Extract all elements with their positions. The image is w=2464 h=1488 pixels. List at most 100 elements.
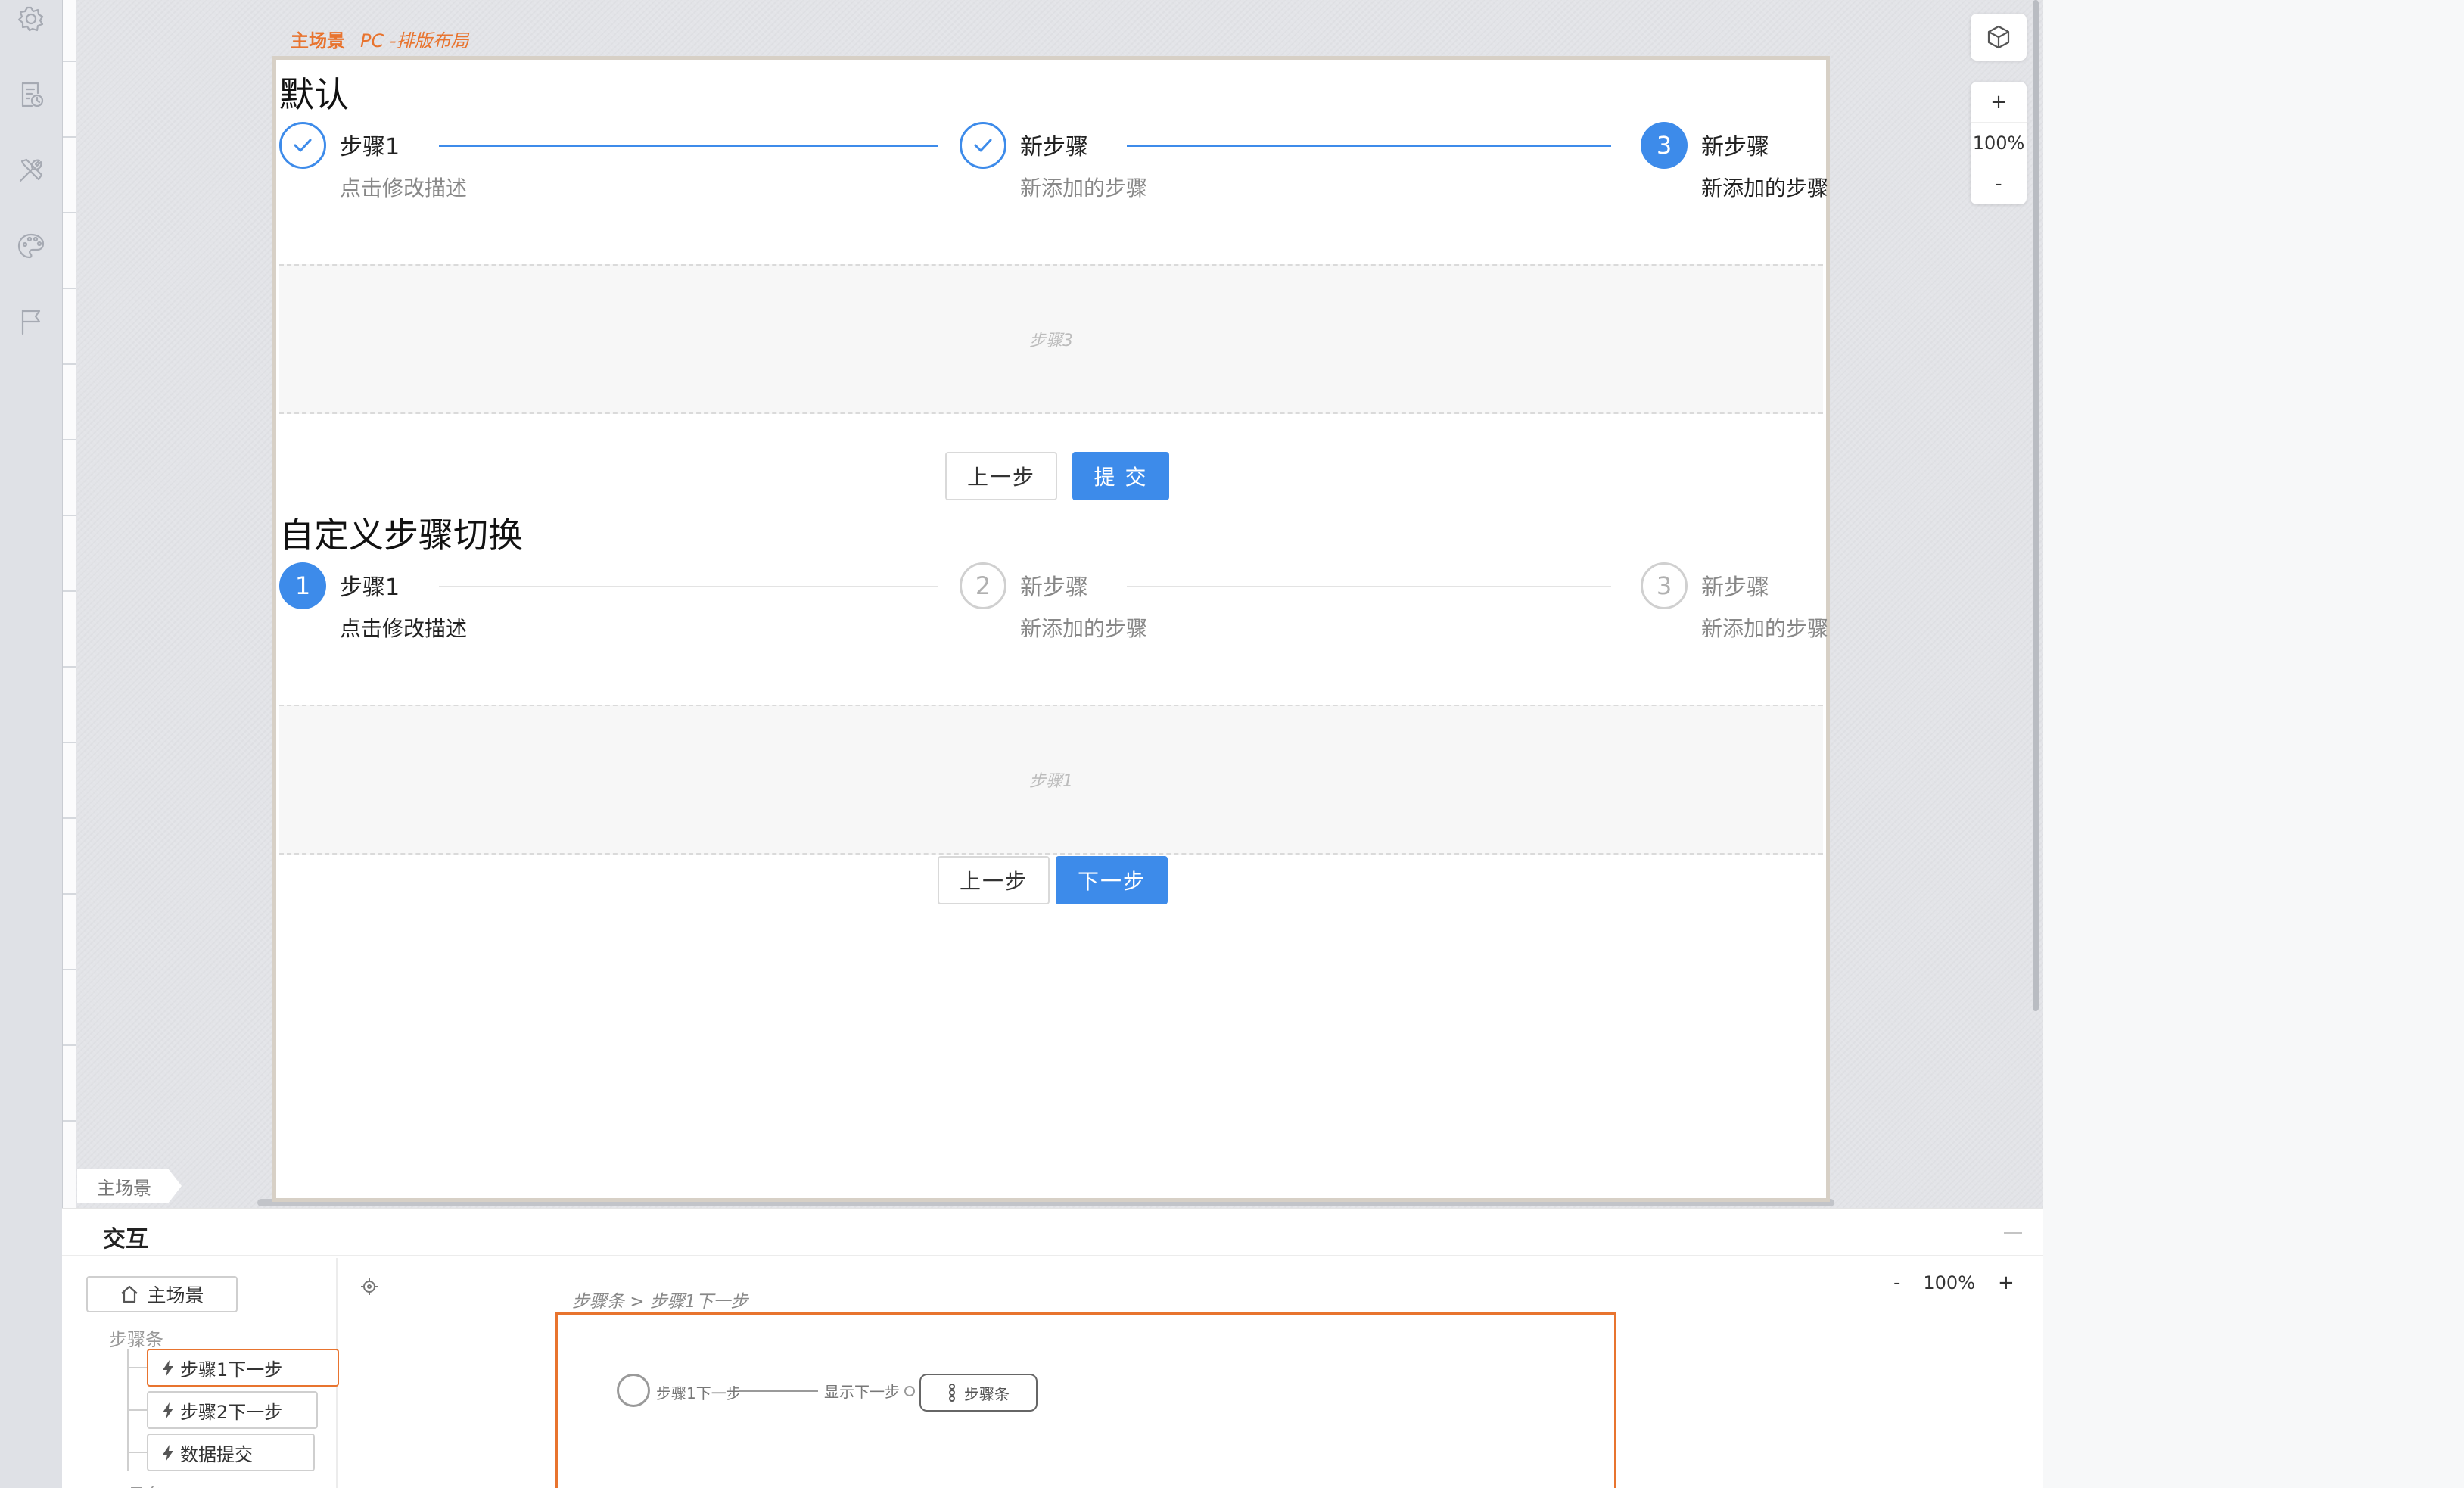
tree-item-data-submit[interactable]: 数据提交	[147, 1434, 315, 1471]
prev-step-button[interactable]: 上一步	[945, 452, 1057, 500]
scene-layout-name: PC -排版布局	[360, 30, 469, 51]
flow-editor[interactable]: 步骤1下一步 显示下一步 步骤条	[555, 1312, 1616, 1488]
ruler-tick	[63, 590, 76, 592]
flow-target-node[interactable]: 步骤条	[919, 1374, 1038, 1412]
zoom-out-button[interactable]: -	[1971, 163, 2027, 204]
ruler-tick	[63, 742, 76, 743]
flow-breadcrumb: 步骤条 > 步骤1下一步	[572, 1292, 748, 1312]
ruler-tick	[63, 1044, 76, 1046]
panel-header: 交互	[62, 1209, 2043, 1256]
ruler-tick	[63, 1120, 76, 1122]
flow-zoom-in-button[interactable]: +	[1998, 1272, 2014, 1294]
flow-port[interactable]	[904, 1386, 915, 1396]
section-title-default: 默认	[279, 74, 349, 115]
ruler-tick	[63, 136, 76, 138]
lightning-icon	[163, 1360, 173, 1377]
submit-button[interactable]: 提 交	[1072, 452, 1169, 500]
gear-icon[interactable]	[15, 3, 47, 35]
step-content-area[interactable]: 步骤1	[279, 705, 1823, 855]
ruler-tick	[63, 969, 76, 970]
tree-group-label: 步骤条	[109, 1329, 163, 1350]
tool-rail	[0, 0, 62, 1488]
lightning-icon	[163, 1445, 173, 1462]
zoom-in-button[interactable]: +	[1971, 82, 2027, 123]
vertical-ruler	[62, 0, 76, 1208]
prev-step-button[interactable]: 上一步	[938, 856, 1050, 904]
tree-item-step2-next[interactable]: 步骤2下一步	[147, 1391, 318, 1429]
tree-item-label: 步骤1下一步	[180, 1359, 283, 1381]
step-connector	[439, 586, 938, 587]
ruler-tick	[63, 61, 76, 62]
flow-zoom-control: - 100% +	[1893, 1272, 2014, 1294]
tree-connector	[127, 1409, 147, 1411]
interaction-tree: 主场景 步骤条 步骤1下一步 步骤2下一步 数据提交 工具条	[62, 1258, 339, 1488]
scene-label: 主场景 PC -排版布局	[291, 26, 469, 52]
ruler-tick	[63, 363, 76, 365]
step-description: 点击修改描述	[340, 616, 468, 641]
palette-icon[interactable]	[15, 230, 47, 262]
canvas-zoom-control: + 100% -	[1971, 82, 2027, 204]
home-icon	[121, 1285, 138, 1303]
tree-root-node[interactable]: 主场景	[86, 1276, 238, 1312]
section-title-custom: 自定义步骤切换	[279, 515, 523, 556]
ruler-tick	[63, 288, 76, 289]
step-connector	[439, 145, 938, 147]
step-description: 新添加的步骤	[1701, 616, 1829, 641]
ruler-tick	[63, 515, 76, 516]
lightning-icon	[163, 1402, 173, 1419]
step-title: 新步骤	[1701, 574, 1769, 601]
scene-name: 主场景	[291, 30, 345, 51]
step-title: 步骤1	[340, 134, 400, 160]
flow-edge	[739, 1390, 818, 1392]
step-active-indicator: 1	[279, 562, 326, 609]
flow-condition-label: 显示下一步	[824, 1383, 900, 1401]
ruler-tick	[63, 212, 76, 213]
flow-node-label: 步骤条	[964, 1384, 1010, 1403]
step-title: 步骤1	[340, 574, 400, 601]
locate-icon[interactable]	[360, 1278, 378, 1296]
step-waiting-indicator: 2	[960, 562, 1006, 609]
tree-root-label: 主场景	[147, 1284, 204, 1306]
canvas-vertical-scrollbar[interactable]	[2033, 0, 2039, 1011]
check-icon	[294, 139, 312, 152]
ruler-tick	[63, 817, 76, 819]
step-active-indicator: 3	[1641, 122, 1688, 169]
steps-icon	[949, 1384, 955, 1402]
ruler-tick	[63, 439, 76, 440]
minimize-icon[interactable]	[2004, 1232, 2022, 1234]
step-content-area[interactable]: 步骤3	[279, 264, 1823, 414]
flow-zoom-level: 100%	[1923, 1272, 1976, 1293]
flow-start-node[interactable]	[617, 1374, 650, 1407]
form-icon[interactable]	[15, 79, 47, 111]
check-icon	[974, 139, 992, 152]
3d-view-button[interactable]	[1971, 14, 2027, 61]
ruler-tick	[63, 666, 76, 668]
step-content-label: 步骤3	[1029, 332, 1073, 350]
tree-item-step1-next[interactable]: 步骤1下一步	[147, 1349, 339, 1387]
step-description: 新添加的步骤	[1020, 176, 1148, 201]
scene-tab[interactable]: 主场景	[77, 1169, 182, 1203]
step-description: 新添加的步骤	[1701, 176, 1829, 201]
flag-icon[interactable]	[15, 306, 47, 338]
next-step-button[interactable]: 下一步	[1056, 856, 1168, 904]
flow-zoom-out-button[interactable]: -	[1893, 1272, 1900, 1294]
tree-connector	[127, 1452, 147, 1453]
cube-icon	[1987, 25, 2010, 49]
step-title: 新步骤	[1020, 134, 1088, 160]
interaction-panel: 交互 主场景 步骤条 步骤1下一步 步骤2下一步 数据提交 工具条 步骤条 > …	[62, 1208, 2043, 1488]
tree-connector	[127, 1367, 147, 1368]
step-waiting-indicator: 3	[1641, 562, 1688, 609]
step-description: 新添加的步骤	[1020, 616, 1148, 641]
step-finished-indicator	[960, 122, 1006, 169]
step-title: 新步骤	[1020, 574, 1088, 601]
step-description: 点击修改描述	[340, 176, 468, 201]
tools-icon[interactable]	[15, 154, 47, 186]
tree-item-label: 步骤2下一步	[180, 1401, 283, 1423]
ruler-tick	[63, 893, 76, 895]
step-connector	[1127, 145, 1611, 147]
flow-start-label: 步骤1下一步	[656, 1384, 742, 1402]
tree-item-label: 数据提交	[180, 1443, 253, 1465]
step-content-label: 步骤1	[1029, 772, 1073, 791]
step-finished-indicator	[279, 122, 326, 169]
artboard[interactable]: 默认 步骤1 点击修改描述 新步骤 新添加的步骤 3 新步骤 新添加的步骤 步骤…	[272, 56, 1830, 1202]
